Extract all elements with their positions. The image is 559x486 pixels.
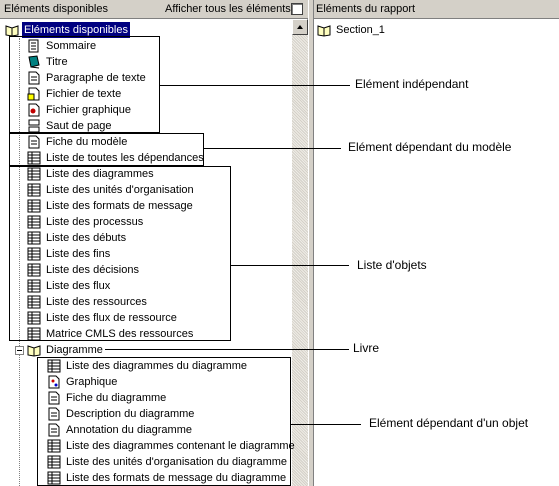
- object-list-group-box: [9, 166, 231, 341]
- scroll-up-button[interactable]: [292, 19, 308, 35]
- independent-group-box: [9, 36, 160, 133]
- scroll-up-arrow-icon: [297, 25, 303, 29]
- collapse-book-toggle[interactable]: [15, 346, 24, 355]
- model-dependent-group-box: [9, 133, 204, 166]
- callout-line-object-dependent: [291, 424, 361, 425]
- callout-line-book: [105, 349, 349, 350]
- object-dependent-group-box: [37, 357, 291, 486]
- callout-object-list: Liste d'objets: [357, 258, 427, 272]
- callout-model-dependent: Elément dépendant du modèle: [348, 140, 512, 154]
- callout-independent: Elément indépendant: [355, 77, 469, 91]
- report-section-label: Section_1: [336, 24, 385, 36]
- callout-line-model: [204, 148, 341, 149]
- tree-item-label: Diagramme: [46, 344, 103, 356]
- available-header-title: Eléments disponibles: [4, 3, 108, 15]
- book-icon: [5, 25, 19, 37]
- book-icon: [317, 25, 331, 37]
- callout-object-dependent: Elément dépendant d'un objet: [369, 416, 529, 430]
- report-header: Eléments du rapport: [314, 0, 559, 19]
- callout-book: Livre: [353, 341, 380, 355]
- book-icon: [27, 345, 41, 357]
- show-all-label: Afficher tous les éléments: [165, 3, 291, 15]
- vertical-scrollbar[interactable]: [292, 19, 308, 486]
- callout-line-independent: [160, 85, 350, 86]
- report-header-title: Eléments du rapport: [316, 3, 416, 15]
- available-header: Eléments disponibles Afficher tous les é…: [0, 0, 308, 19]
- show-all-checkbox[interactable]: [291, 3, 303, 15]
- callout-line-object-list: [231, 265, 349, 266]
